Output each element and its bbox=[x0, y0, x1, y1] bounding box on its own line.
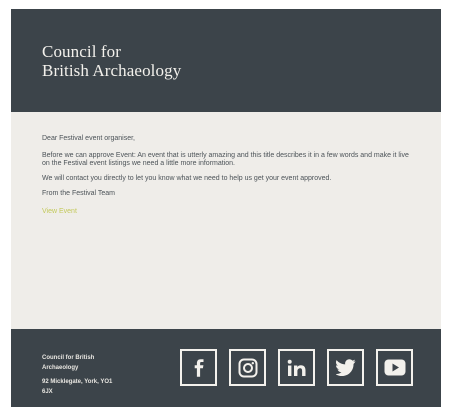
email-body: Dear Festival event organiser, Before we… bbox=[42, 135, 414, 216]
brand-line-2: British Archaeology bbox=[42, 61, 182, 80]
youtube-link[interactable] bbox=[376, 349, 413, 386]
social-links bbox=[180, 349, 413, 386]
email-container: Council for British Archaeology Dear Fes… bbox=[11, 9, 441, 407]
instagram-icon bbox=[238, 358, 258, 378]
email-header: Council for British Archaeology bbox=[11, 9, 441, 112]
facebook-link[interactable] bbox=[180, 349, 217, 386]
facebook-icon bbox=[192, 358, 206, 377]
youtube-icon bbox=[384, 359, 406, 376]
address-line-1: 92 Micklegate, York, YO1 bbox=[42, 379, 113, 385]
email-footer: Council for British Archaeology 92 Mickl… bbox=[11, 329, 441, 407]
brand-line-1: Council for bbox=[42, 42, 122, 61]
greeting: Dear Festival event organiser, bbox=[42, 135, 135, 142]
twitter-icon bbox=[335, 359, 356, 376]
linkedin-icon bbox=[287, 359, 307, 377]
signoff: From the Festival Team bbox=[42, 190, 116, 197]
brand-logo[interactable]: Council for British Archaeology bbox=[42, 42, 181, 80]
org-name-line-1: Council for British bbox=[42, 355, 95, 361]
footer-address: Council for British Archaeology 92 Mickl… bbox=[42, 353, 142, 397]
instagram-link[interactable] bbox=[229, 349, 266, 386]
linkedin-link[interactable] bbox=[278, 349, 315, 386]
view-event-link[interactable]: View Event bbox=[42, 208, 414, 216]
twitter-link[interactable] bbox=[327, 349, 364, 386]
org-name-line-2: Archaeology bbox=[42, 365, 79, 371]
address-line-2: 6JX bbox=[42, 389, 53, 395]
body-paragraph-2: We will contact you directly to let you … bbox=[42, 175, 332, 182]
body-paragraph-1: Before we can approve Event: An event th… bbox=[42, 152, 409, 167]
